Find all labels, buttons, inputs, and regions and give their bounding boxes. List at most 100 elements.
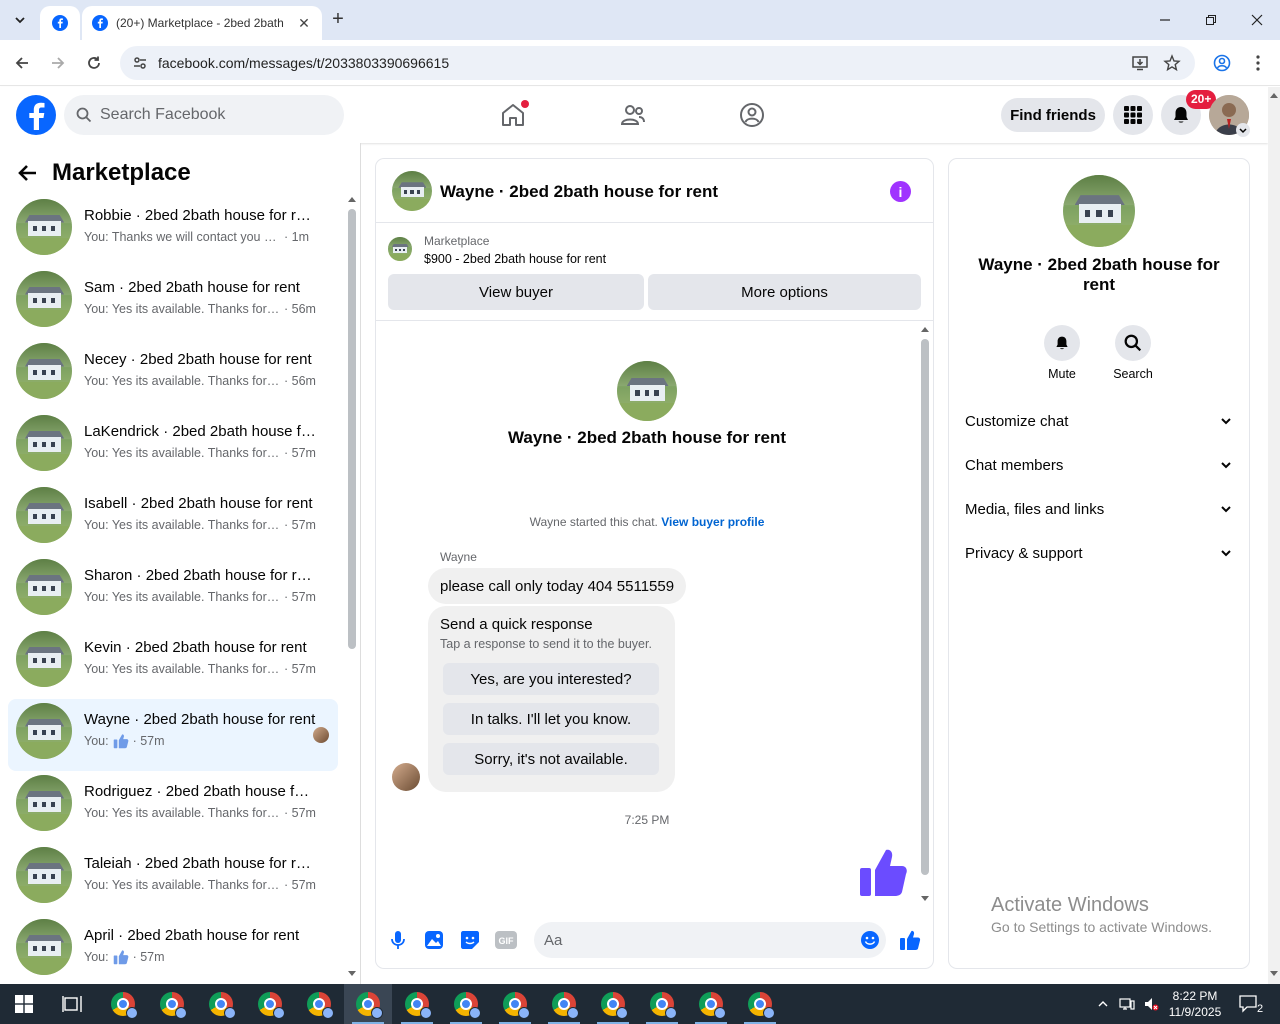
start-button[interactable] — [0, 984, 48, 1024]
conversation-row[interactable]: April · 2bed 2bath house for rent You: · 5… — [8, 915, 338, 987]
bookmark-button[interactable] — [1157, 46, 1187, 80]
section-media-files-links[interactable]: Media, files and links — [957, 487, 1241, 531]
list-scrollbar-thumb[interactable] — [348, 209, 356, 649]
voice-clip-button[interactable] — [386, 928, 410, 952]
chat-scrollbar[interactable] — [918, 325, 932, 905]
conversation-row[interactable]: Sam · 2bed 2bath house for rent You: Yes … — [8, 267, 338, 339]
send-like-button[interactable] — [898, 928, 922, 952]
mute-button[interactable] — [1044, 325, 1080, 361]
facebook-logo-icon[interactable] — [16, 95, 56, 135]
taskbar-chrome-profile-13[interactable] — [687, 984, 735, 1024]
gif-button[interactable]: GIF — [494, 928, 518, 952]
conversation-row[interactable]: Rodriguez · 2bed 2bath house for rent You… — [8, 771, 338, 843]
taskbar-chrome-profile-1[interactable] — [99, 984, 147, 1024]
quick-response-yes[interactable]: Yes, are you interested? — [443, 663, 659, 695]
message-input[interactable] — [544, 931, 844, 949]
taskbar-chrome-profile-11[interactable] — [589, 984, 637, 1024]
back-arrow-icon[interactable] — [16, 162, 38, 184]
scroll-up-icon[interactable] — [347, 195, 357, 203]
conversation-row[interactable]: Sharon · 2bed 2bath house for rent You: Y… — [8, 555, 338, 627]
more-options-button[interactable]: More options — [648, 274, 921, 310]
show-hidden-icons-button[interactable] — [1092, 984, 1114, 1024]
menu-button[interactable] — [1113, 95, 1153, 135]
network-tray-icon[interactable] — [1116, 984, 1138, 1024]
section-chat-members[interactable]: Chat members — [957, 443, 1241, 487]
taskbar-chrome-profile-3[interactable] — [197, 984, 245, 1024]
section-privacy-support[interactable]: Privacy & support — [957, 531, 1241, 575]
page-scrollbar[interactable] — [1268, 87, 1280, 984]
taskbar-chrome-profile-4[interactable] — [246, 984, 294, 1024]
listing-title[interactable]: $900 - 2bed 2bath house for rent — [424, 252, 606, 266]
sender-avatar[interactable] — [392, 763, 420, 791]
taskbar-chrome-profile-9[interactable] — [491, 984, 539, 1024]
conversation-row[interactable]: Kevin · 2bed 2bath house for rent You: Ye… — [8, 627, 338, 699]
quick-response-not-available[interactable]: Sorry, it's not available. — [443, 743, 659, 775]
facebook-search[interactable] — [64, 95, 344, 135]
close-tab-icon[interactable]: ✕ — [296, 15, 312, 32]
restore-button[interactable] — [1188, 0, 1234, 40]
address-bar[interactable]: facebook.com/messages/t/2033803390696615 — [120, 46, 1195, 80]
list-scrollbar[interactable] — [347, 195, 357, 978]
scroll-down-icon[interactable] — [347, 970, 357, 978]
tab-marketplace[interactable]: (20+) Marketplace - 2bed 2bath ✕ — [82, 6, 322, 40]
volume-tray-icon[interactable] — [1140, 984, 1162, 1024]
conversation-row[interactable]: Necey · 2bed 2bath house for rent You: Ye… — [8, 339, 338, 411]
section-customize-chat[interactable]: Customize chat — [957, 399, 1241, 443]
view-buyer-profile-link[interactable]: View buyer profile — [661, 515, 764, 529]
facebook-search-input[interactable] — [100, 106, 320, 124]
conversation-row[interactable]: LaKendrick · 2bed 2bath house for rent Yo… — [8, 411, 338, 483]
taskbar-chrome-profile-10[interactable] — [540, 984, 588, 1024]
listing-thumbnail[interactable] — [388, 237, 412, 261]
conversation-row[interactable]: Isabell · 2bed 2bath house for rent You: … — [8, 483, 338, 555]
info-avatar[interactable] — [1063, 175, 1135, 247]
scroll-down-icon[interactable] — [918, 895, 932, 903]
sticker-button[interactable] — [458, 928, 482, 952]
search-action[interactable]: Search — [1103, 325, 1163, 381]
task-view-button[interactable] — [48, 984, 96, 1024]
find-friends-button[interactable]: Find friends — [1001, 98, 1105, 132]
chat-title[interactable]: Wayne · 2bed 2bath house for rent — [440, 182, 718, 202]
back-button[interactable] — [9, 50, 35, 76]
conversation-row[interactable]: Robbie · 2bed 2bath house for rent You: T… — [8, 195, 338, 267]
minimize-button[interactable] — [1142, 0, 1188, 40]
install-app-button[interactable] — [1125, 46, 1155, 80]
url-text[interactable]: facebook.com/messages/t/2033803390696615 — [158, 55, 449, 71]
site-settings-icon[interactable] — [132, 55, 148, 71]
quick-response-in-talks[interactable]: In talks. I'll let you know. — [443, 703, 659, 735]
forward-button[interactable] — [45, 50, 71, 76]
incoming-message[interactable]: please call only today 404 5511559 — [428, 568, 687, 604]
conversation-row[interactable]: Wayne · 2bed 2bath house for rent You: · 5… — [8, 699, 338, 771]
scroll-down-icon[interactable] — [1268, 969, 1280, 979]
taskbar-chrome-profile-12[interactable] — [638, 984, 686, 1024]
scroll-up-icon[interactable] — [1268, 90, 1280, 100]
chat-scrollbar-thumb[interactable] — [921, 339, 929, 875]
nav-home[interactable] — [495, 97, 531, 133]
taskbar-chrome-profile-8[interactable] — [442, 984, 490, 1024]
nav-friends[interactable] — [615, 97, 651, 133]
new-tab-button[interactable]: + — [328, 9, 348, 30]
mute-action[interactable]: Mute — [1032, 325, 1092, 381]
taskbar-chrome-profile-6[interactable] — [344, 984, 392, 1024]
large-like-icon[interactable] — [858, 846, 908, 898]
chat-header-avatar[interactable] — [392, 171, 432, 211]
message-input-wrapper[interactable] — [534, 922, 886, 958]
taskbar-chrome-profile-2[interactable] — [148, 984, 196, 1024]
search-in-chat-button[interactable] — [1115, 325, 1151, 361]
browser-menu-button[interactable] — [1245, 50, 1271, 76]
scroll-up-icon[interactable] — [918, 325, 932, 333]
view-buyer-button[interactable]: View buyer — [388, 274, 644, 310]
nav-groups[interactable] — [734, 97, 770, 133]
pinned-tab-facebook[interactable] — [40, 6, 80, 40]
conversation-row[interactable]: Taleiah · 2bed 2bath house for rent You: … — [8, 843, 338, 915]
system-clock[interactable]: 8:22 PM 11/9/2025 — [1160, 988, 1230, 1020]
tab-search-dropdown[interactable] — [6, 7, 34, 33]
taskbar-chrome-profile-7[interactable] — [393, 984, 441, 1024]
taskbar-chrome-profile-5[interactable] — [295, 984, 343, 1024]
close-window-button[interactable] — [1234, 0, 1280, 40]
attach-photo-button[interactable] — [422, 928, 446, 952]
action-center-button[interactable]: 2 — [1234, 984, 1268, 1024]
reload-button[interactable] — [81, 50, 107, 76]
emoji-icon[interactable] — [860, 930, 880, 950]
taskbar-chrome-profile-14[interactable] — [736, 984, 784, 1024]
info-icon[interactable]: i — [890, 181, 911, 202]
